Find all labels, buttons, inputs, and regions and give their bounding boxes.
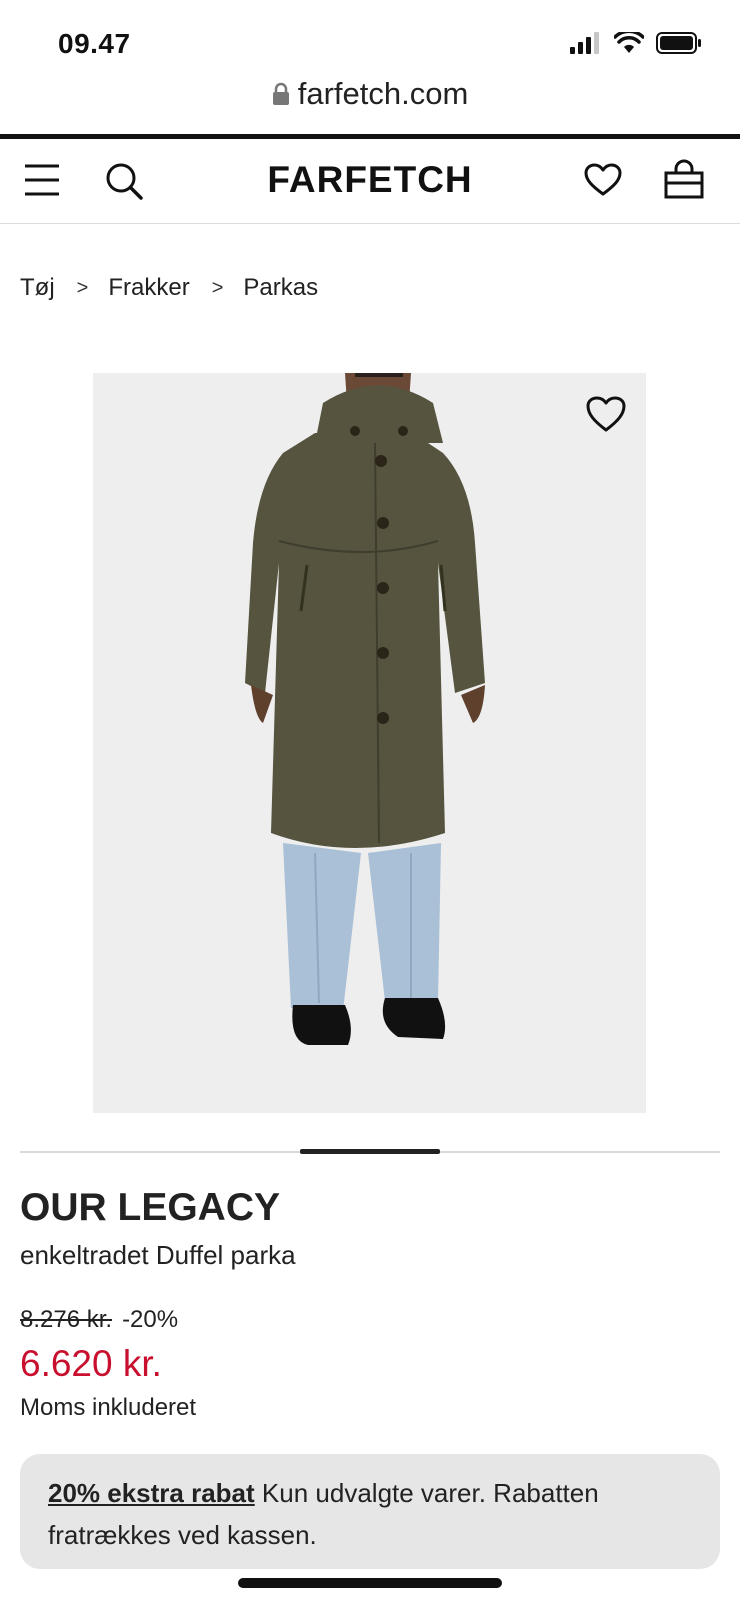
breadcrumb-item[interactable]: Parkas — [243, 274, 318, 302]
breadcrumb: Tøj > Frakker > Parkas — [20, 274, 318, 302]
home-indicator[interactable] — [238, 1578, 502, 1588]
lock-icon — [272, 82, 289, 105]
breadcrumb-separator: > — [211, 276, 224, 299]
signal-icon — [570, 32, 599, 54]
carousel-indicator[interactable] — [300, 1149, 440, 1154]
discount-badge: -20% — [122, 1306, 179, 1333]
breadcrumb-separator: > — [76, 276, 89, 299]
status-time: 09.47 — [58, 28, 131, 59]
breadcrumb-item[interactable]: Tøj — [20, 274, 55, 302]
wifi-icon — [614, 32, 644, 53]
price-row: 8.276 kr. -20% — [20, 1306, 178, 1334]
site-header: FARFETCH — [0, 139, 740, 224]
original-price: 8.276 kr. — [20, 1306, 113, 1333]
promo-link[interactable]: 20% ekstra rabat — [48, 1478, 255, 1508]
product-photo — [93, 373, 646, 1113]
address-bar[interactable]: farfetch.com — [0, 76, 740, 112]
sale-price: 6.620 kr. — [20, 1343, 162, 1384]
promo-banner: 20% ekstra rabat Kun udvalgte varer. Rab… — [20, 1454, 720, 1569]
battery-icon — [656, 32, 701, 54]
add-to-wishlist-icon[interactable] — [584, 393, 628, 437]
farfetch-logo[interactable]: FARFETCH — [0, 159, 740, 201]
vat-note: Moms inkluderet — [20, 1394, 197, 1421]
product-brand[interactable]: OUR LEGACY — [20, 1186, 280, 1230]
status-icons — [570, 32, 702, 54]
product-image[interactable] — [93, 373, 646, 1113]
url-text: farfetch.com — [297, 76, 469, 111]
breadcrumb-item[interactable]: Frakker — [108, 274, 189, 302]
shopping-bag-icon[interactable] — [664, 159, 704, 199]
wishlist-icon[interactable] — [584, 163, 622, 197]
product-name: enkeltradet Duffel parka — [20, 1240, 296, 1270]
